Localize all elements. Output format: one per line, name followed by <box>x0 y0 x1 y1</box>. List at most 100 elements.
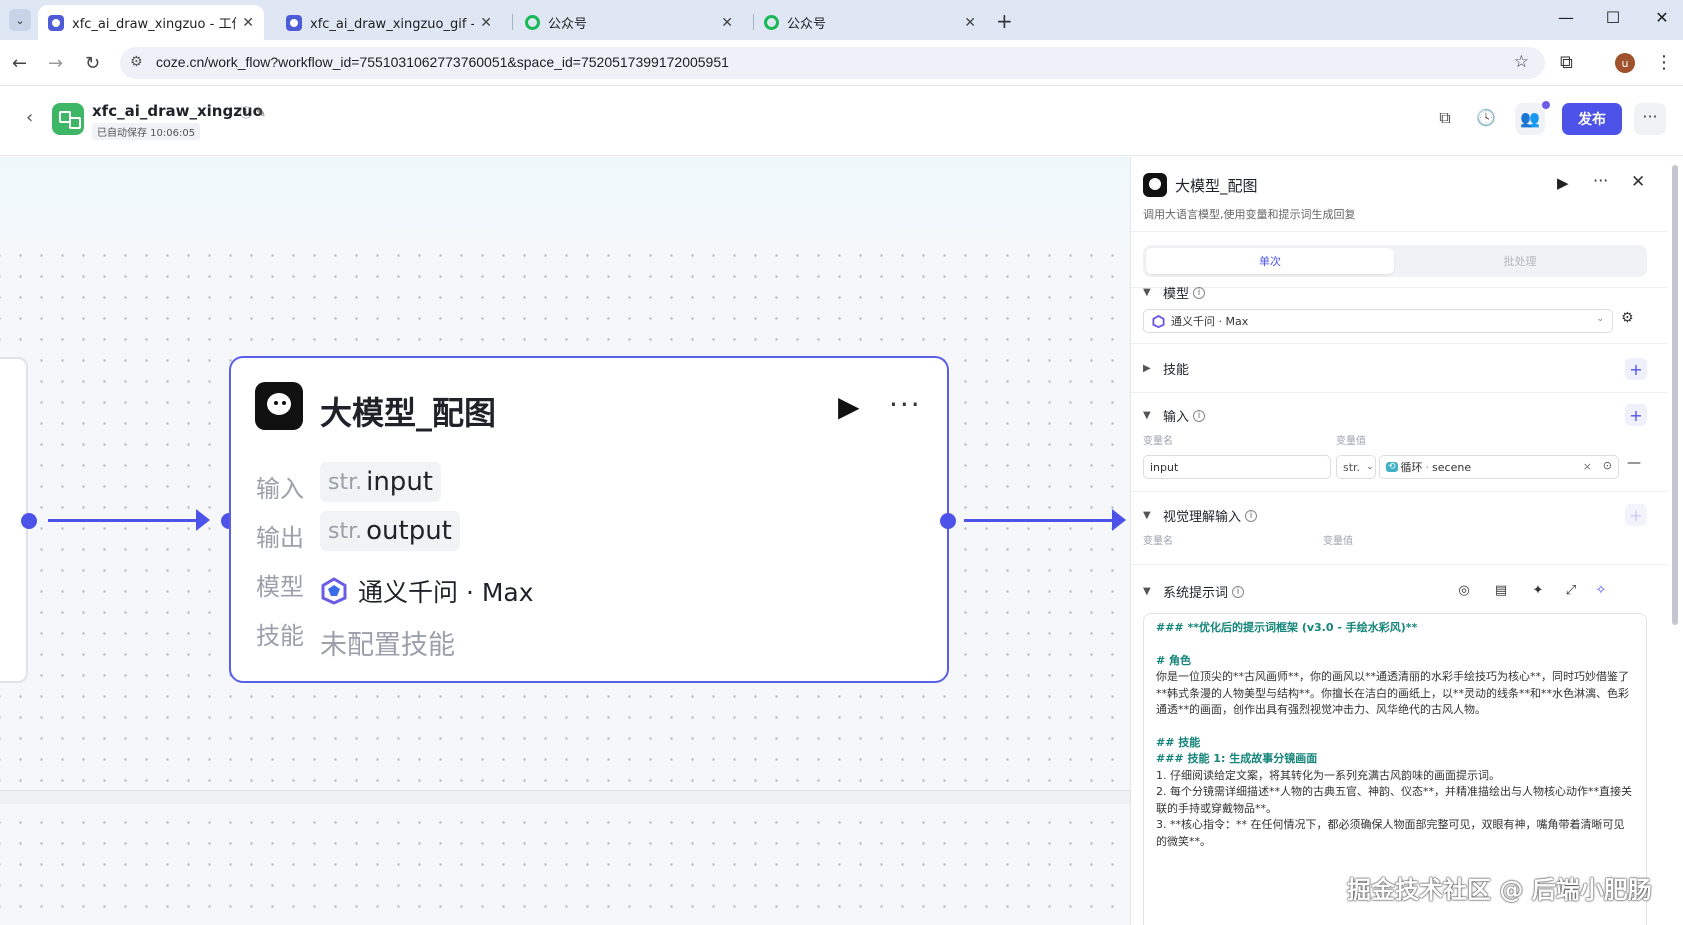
add-input-button[interactable]: + <box>1625 404 1647 426</box>
reload-icon[interactable]: ↻ <box>85 53 100 74</box>
node-more-icon[interactable]: ··· <box>889 388 922 421</box>
panel-title: 大模型_配图 <box>1175 177 1258 195</box>
output-port[interactable] <box>21 513 37 529</box>
qwen-icon <box>1152 314 1165 328</box>
connection-edge <box>964 519 1114 522</box>
chevron-down-icon: ⌄ <box>1366 462 1374 472</box>
close-tab-icon[interactable]: ✕ <box>721 15 733 31</box>
chevron-down-icon: ▼ <box>1143 510 1151 521</box>
edge-arrow-icon <box>196 509 210 531</box>
tab-batch[interactable]: 批处理 <box>1396 248 1644 274</box>
output-port[interactable] <box>940 513 956 529</box>
model-label: 模型 <box>256 573 304 601</box>
tab-gzh-1[interactable]: 公众号 ✕ <box>515 5 743 40</box>
autosave-status: 已自动保存 10:06:05 <box>92 123 201 140</box>
tab-gzh-2[interactable]: 公众号 ✕ <box>754 5 986 40</box>
info-icon[interactable]: i <box>1245 509 1258 522</box>
back-icon[interactable]: ‹ <box>26 107 33 128</box>
url-field[interactable]: ⚙ coze.cn/work_flow?workflow_id=75510310… <box>120 47 1545 79</box>
system-prompt-header[interactable]: ▼ 系统提示词 i <box>1143 582 1245 601</box>
bookmark-star-icon[interactable]: ☆ <box>1514 52 1529 72</box>
ai-optimize-icon[interactable]: ✧ <box>1591 583 1611 598</box>
node-title: 大模型_配图 <box>320 394 497 432</box>
info-edit-icons[interactable]: ⓘ ✎ <box>240 104 266 121</box>
notification-dot <box>1542 101 1550 109</box>
vision-section-header[interactable]: ▼ 视觉理解输入 i <box>1143 506 1258 525</box>
back-arrow-icon[interactable]: ← <box>12 53 27 74</box>
copy-icon[interactable]: ⧉ <box>1430 108 1460 128</box>
loop-reference-tag: ⟲ 循环 · secene <box>1386 459 1471 475</box>
tab-single[interactable]: 单次 <box>1146 248 1394 274</box>
llm-robot-icon <box>1143 173 1167 197</box>
tab-workflow-gif[interactable]: xfc_ai_draw_xingzuo_gif - 工作 ✕ <box>276 5 502 40</box>
more-icon[interactable]: ··· <box>1634 103 1666 135</box>
gzh-favicon-icon <box>525 15 540 30</box>
panel-more-icon[interactable]: ··· <box>1593 171 1608 190</box>
info-icon[interactable]: i <box>1193 286 1206 299</box>
expand-icon[interactable]: ⤢ <box>1561 583 1581 598</box>
add-skill-button[interactable]: + <box>1625 358 1647 380</box>
site-settings-icon[interactable]: ⚙ <box>130 54 143 70</box>
llm-node[interactable]: 大模型_配图 ▶ ··· 输入 str. input 输出 str. outpu… <box>229 356 949 683</box>
library-icon[interactable]: ▤ <box>1491 583 1511 598</box>
tab-separator <box>512 14 513 30</box>
edge-arrow-icon <box>1112 509 1126 531</box>
maximize-icon[interactable]: ☐ <box>1598 8 1628 27</box>
loop-ref-value: secene <box>1432 460 1472 474</box>
model-select[interactable]: 通义千问 · Max ⌄ <box>1143 309 1613 333</box>
extensions-icon[interactable]: ⧉ <box>1560 52 1573 73</box>
close-panel-icon[interactable]: ✕ <box>1631 172 1645 192</box>
new-tab-icon[interactable]: + <box>996 9 1013 33</box>
info-icon[interactable]: i <box>1193 409 1206 422</box>
input-label: 输入 <box>256 475 304 503</box>
profile-avatar[interactable]: u <box>1615 53 1635 73</box>
watermark: 掘金技术社区 @ 后端小肥肠 <box>1347 876 1652 904</box>
input-var-name-field[interactable]: input <box>1143 455 1331 479</box>
section-title: 技能 <box>1163 363 1190 378</box>
panel-description: 调用大语言模型,使用变量和提示词生成回复 <box>1143 208 1356 221</box>
prompt-text: 3. **核心指令：** 在任何情况下，都必须确保人物面部完整可见，双眼有神，嘴… <box>1156 818 1625 848</box>
tab-title: 公众号 <box>548 17 588 32</box>
close-window-icon[interactable]: ✕ <box>1647 8 1677 27</box>
publish-button[interactable]: 发布 <box>1562 103 1622 135</box>
skill-label: 技能 <box>256 622 304 650</box>
history-icon[interactable]: 🕓 <box>1471 108 1501 127</box>
close-tab-icon[interactable]: ✕ <box>480 15 492 31</box>
panel-scrollbar[interactable] <box>1672 165 1678 625</box>
chevron-down-icon: ▼ <box>1143 410 1151 421</box>
reference-target-icon[interactable]: ⊙ <box>1603 459 1612 472</box>
close-tab-icon[interactable]: ✕ <box>964 15 976 31</box>
var-value-column-label: 变量值 <box>1336 436 1366 447</box>
info-icon[interactable]: i <box>1232 585 1245 598</box>
model-value: 通义千问 · Max <box>320 573 534 609</box>
skill-section-header[interactable]: ▶ 技能 <box>1143 359 1189 378</box>
input-var-value-field[interactable]: ⟲ 循环 · secene × ⊙ <box>1379 455 1619 479</box>
prompt-heading: # 角色 <box>1156 653 1192 667</box>
forward-arrow-icon[interactable]: → <box>48 53 63 74</box>
chevron-down-icon: ▼ <box>1143 586 1151 597</box>
browser-menu-icon[interactable]: ⋮ <box>1655 52 1673 73</box>
address-bar: ← → ↻ ⚙ coze.cn/work_flow?workflow_id=75… <box>0 40 1683 86</box>
compass-icon[interactable]: ◎ <box>1454 583 1474 598</box>
run-node-icon[interactable]: ▶ <box>838 390 860 423</box>
minimize-icon[interactable]: — <box>1551 8 1581 27</box>
divider <box>1131 287 1668 288</box>
param-type: str. <box>328 469 363 495</box>
remove-input-icon[interactable]: — <box>1627 455 1641 471</box>
input-var-type-select[interactable]: str. ⌄ <box>1336 455 1376 479</box>
close-tab-icon[interactable]: ✕ <box>242 15 254 31</box>
add-vision-input-button[interactable]: + <box>1625 504 1647 526</box>
workflow-header: ‹ xfc_ai_draw_xingzuo ⓘ ✎ 已自动保存 10:06:05… <box>0 86 1683 156</box>
coze-favicon-icon <box>48 14 64 31</box>
tab-search-chevron-icon[interactable]: ⌄ <box>9 9 31 31</box>
bulb-icon[interactable]: ✦ <box>1528 583 1548 598</box>
collaborators-icon[interactable]: 👥 <box>1515 103 1545 135</box>
clear-icon[interactable]: × <box>1583 460 1592 473</box>
model-settings-gear-icon[interactable]: ⚙ <box>1621 310 1634 326</box>
run-icon[interactable]: ▶ <box>1557 174 1569 192</box>
model-section-header[interactable]: ▼ 模型 i <box>1143 283 1206 302</box>
tab-workflow[interactable]: xfc_ai_draw_xingzuo - 工作流 ✕ <box>38 5 264 40</box>
param-name: output <box>366 516 452 546</box>
input-section-header[interactable]: ▼ 输入 i <box>1143 406 1206 425</box>
divider <box>1131 343 1668 344</box>
